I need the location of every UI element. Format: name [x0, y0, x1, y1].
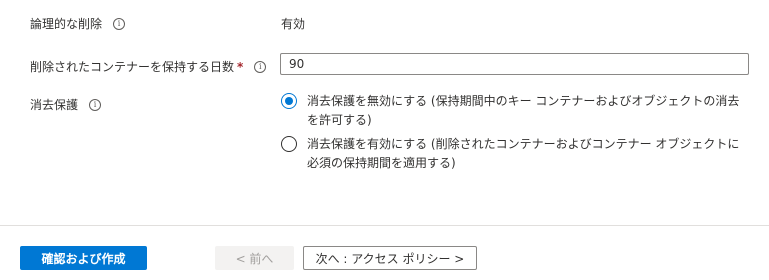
retention-days-row-label: 削除されたコンテナーを保持する日数 * i	[30, 58, 267, 75]
retention-days-label: 削除されたコンテナーを保持する日数	[30, 60, 235, 74]
footer-divider	[0, 225, 769, 226]
radio-enable-purge-protection[interactable]: 消去保護を有効にする (削除されたコンテナーおよびコンテナー オブジェクトに必須…	[281, 135, 751, 173]
required-asterisk: *	[237, 59, 244, 74]
soft-delete-value: 有効	[281, 17, 306, 31]
next-access-policy-button[interactable]: 次へ : アクセス ポリシー >	[303, 246, 477, 270]
review-create-button[interactable]: 確認および作成	[20, 246, 147, 270]
key-vault-create-recovery-page: 論理的な削除 i 有効 削除されたコンテナーを保持する日数 * i 消去保護 i…	[0, 0, 769, 280]
radio-option-label: 消去保護を有効にする (削除されたコンテナーおよびコンテナー オブジェクトに必須…	[307, 137, 740, 170]
radio-disable-purge-protection[interactable]: 消去保護を無効にする (保持期間中のキー コンテナーおよびオブジェクトの消去を許…	[281, 92, 751, 130]
purge-protection-row-label: 消去保護 i	[30, 96, 102, 113]
purge-protection-label: 消去保護	[30, 98, 79, 112]
radio-button-checked[interactable]	[281, 93, 297, 109]
previous-button[interactable]: < 前へ	[215, 246, 294, 270]
info-icon[interactable]: i	[113, 17, 126, 30]
soft-delete-row-label: 論理的な削除 i	[30, 15, 126, 32]
soft-delete-label: 論理的な削除	[30, 17, 103, 31]
radio-button-unchecked[interactable]	[281, 136, 297, 152]
info-icon[interactable]: i	[89, 98, 102, 111]
retention-days-input[interactable]	[280, 53, 749, 75]
radio-option-label: 消去保護を無効にする (保持期間中のキー コンテナーおよびオブジェクトの消去を許…	[307, 94, 740, 127]
info-icon[interactable]: i	[254, 60, 267, 73]
